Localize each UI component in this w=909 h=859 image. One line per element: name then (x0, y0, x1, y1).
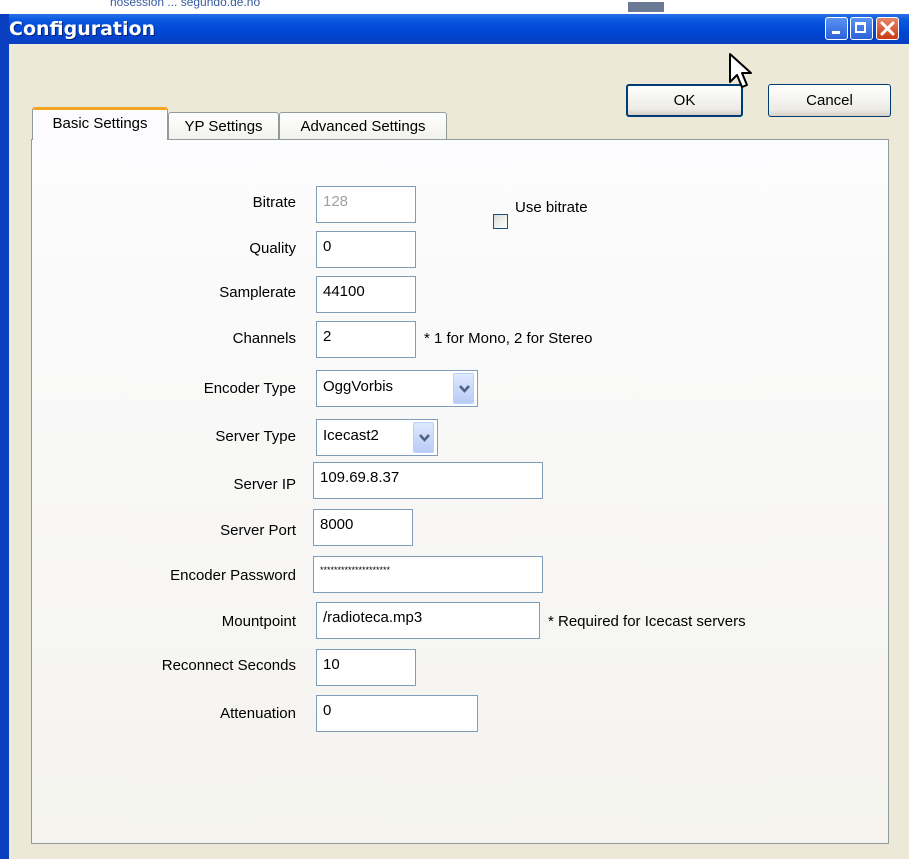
chevron-down-icon (459, 385, 470, 393)
channels-note: * 1 for Mono, 2 for Stereo (424, 330, 593, 347)
background-window-fragment (628, 2, 664, 12)
server-ip-label: Server IP (233, 476, 296, 493)
minimize-icon (832, 31, 840, 34)
maximize-icon (855, 22, 866, 33)
server-ip-field[interactable]: 109.69.8.37 (313, 462, 543, 499)
encoder-type-value: OggVorbis (323, 378, 394, 395)
quality-label: Quality (249, 240, 296, 257)
server-type-dropdown-button[interactable] (413, 422, 434, 453)
server-type-select[interactable]: Icecast2 (316, 419, 438, 456)
ok-button[interactable]: OK (626, 84, 743, 117)
encoder-password-label: Encoder Password (170, 567, 296, 584)
mountpoint-field[interactable]: /radioteca.mp3 (316, 602, 540, 639)
tab-yp-settings[interactable]: YP Settings (168, 112, 279, 142)
title-bar[interactable]: Configuration (0, 14, 909, 44)
minimize-button[interactable] (825, 17, 848, 40)
encoder-type-select[interactable]: OggVorbis (316, 370, 478, 407)
quality-field[interactable]: 0 (316, 231, 416, 268)
encoder-type-dropdown-button[interactable] (453, 373, 474, 404)
samplerate-label: Samplerate (219, 284, 296, 301)
reconnect-seconds-label: Reconnect Seconds (161, 657, 296, 674)
use-bitrate-label[interactable]: Use bitrate (515, 199, 588, 216)
close-button[interactable] (876, 17, 899, 40)
server-port-label: Server Port (220, 522, 296, 539)
chevron-down-icon (419, 434, 430, 442)
channels-field[interactable]: 2 (316, 321, 416, 358)
server-port-field[interactable]: 8000 (313, 509, 413, 546)
reconnect-seconds-field[interactable]: 10 (316, 649, 416, 686)
bitrate-field[interactable]: 128 (316, 186, 416, 223)
window-title: Configuration (9, 18, 156, 40)
background-window-strip: nosession ... ségundo.de.no (0, 0, 909, 14)
mountpoint-note: * Required for Icecast servers (548, 613, 746, 630)
tab-advanced-settings[interactable]: Advanced Settings (279, 112, 447, 142)
server-type-value: Icecast2 (323, 427, 379, 444)
attenuation-label: Attenuation (220, 705, 296, 722)
channels-label: Channels (232, 330, 296, 347)
encoder-password-field[interactable]: ******************** (313, 556, 543, 593)
maximize-button[interactable] (850, 17, 873, 40)
bitrate-label: Bitrate (252, 194, 296, 211)
cancel-button[interactable]: Cancel (768, 84, 891, 117)
attenuation-field[interactable]: 0 (316, 695, 478, 732)
close-icon (880, 21, 895, 36)
server-type-label: Server Type (215, 428, 296, 445)
samplerate-field[interactable]: 44100 (316, 276, 416, 313)
mountpoint-label: Mountpoint (221, 613, 296, 630)
tab-basic-settings[interactable]: Basic Settings (32, 107, 168, 140)
use-bitrate-checkbox[interactable] (493, 214, 508, 229)
mouse-cursor-icon (729, 53, 752, 88)
encoder-type-label: Encoder Type (203, 380, 296, 397)
configuration-dialog: Configuration OK Cancel Basic Settings Y… (0, 14, 909, 859)
window-left-border (0, 14, 9, 859)
background-window-text: nosession ... ségundo.de.no (110, 0, 261, 9)
